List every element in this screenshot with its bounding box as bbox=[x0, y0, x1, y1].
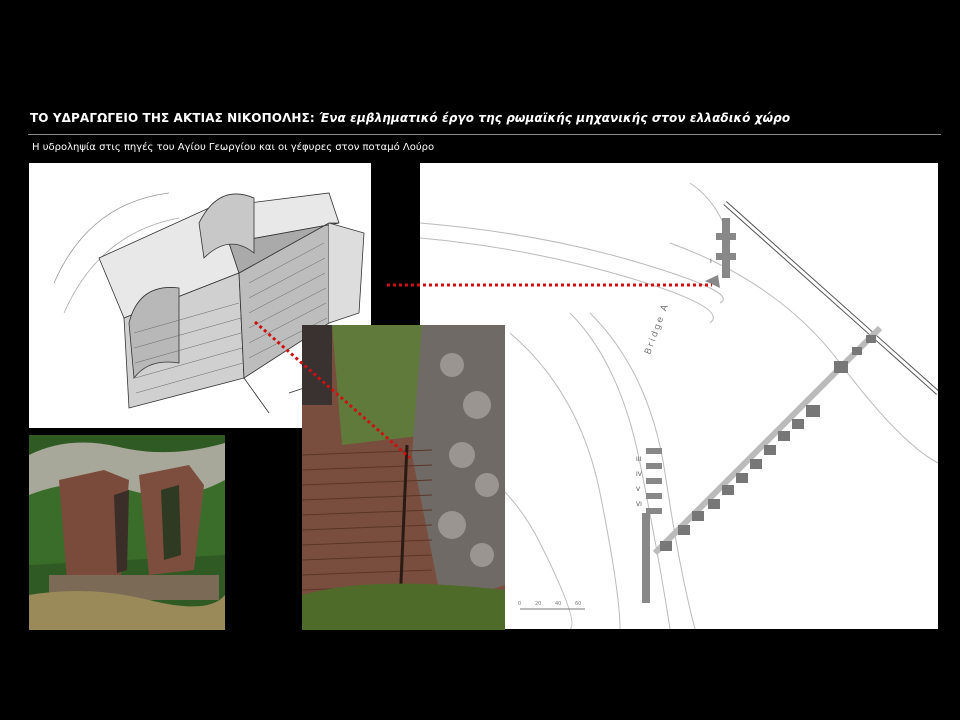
pier-label: IV bbox=[636, 471, 643, 478]
svg-text:40: 40 bbox=[555, 601, 561, 607]
slide-subtitle: Η υδροληψία στις πηγές του Αγίου Γεωργίο… bbox=[32, 142, 435, 153]
ruins-photo bbox=[29, 435, 225, 630]
slide-title: ΤΟ ΥΔΡΑΓΩΓΕΙΟ ΤΗΣ ΑΚΤΙΑΣ ΝΙΚΟΠΟΛΗΣ: Ένα … bbox=[30, 111, 790, 125]
svg-text:0: 0 bbox=[518, 601, 521, 607]
pier-label: V bbox=[636, 486, 641, 493]
svg-text:60: 60 bbox=[575, 601, 581, 607]
marker-label: I bbox=[710, 258, 712, 265]
title-divider bbox=[28, 134, 941, 135]
svg-text:20: 20 bbox=[535, 601, 541, 607]
title-main: ΤΟ ΥΔΡΑΓΩΓΕΙΟ ΤΗΣ ΑΚΤΙΑΣ ΝΙΚΟΠΟΛΗΣ: bbox=[30, 111, 315, 125]
bridge-a-label: Bridge A bbox=[643, 302, 671, 357]
brick-wall-photo bbox=[302, 325, 505, 630]
pier-label: VI bbox=[636, 501, 642, 508]
title-subtitle-italic: Ένα εμβληματικό έργο της ρωμαϊκής μηχανι… bbox=[319, 111, 791, 125]
pier-label: III bbox=[636, 456, 642, 463]
scale-bar: 0 20 40 60 bbox=[518, 601, 585, 610]
